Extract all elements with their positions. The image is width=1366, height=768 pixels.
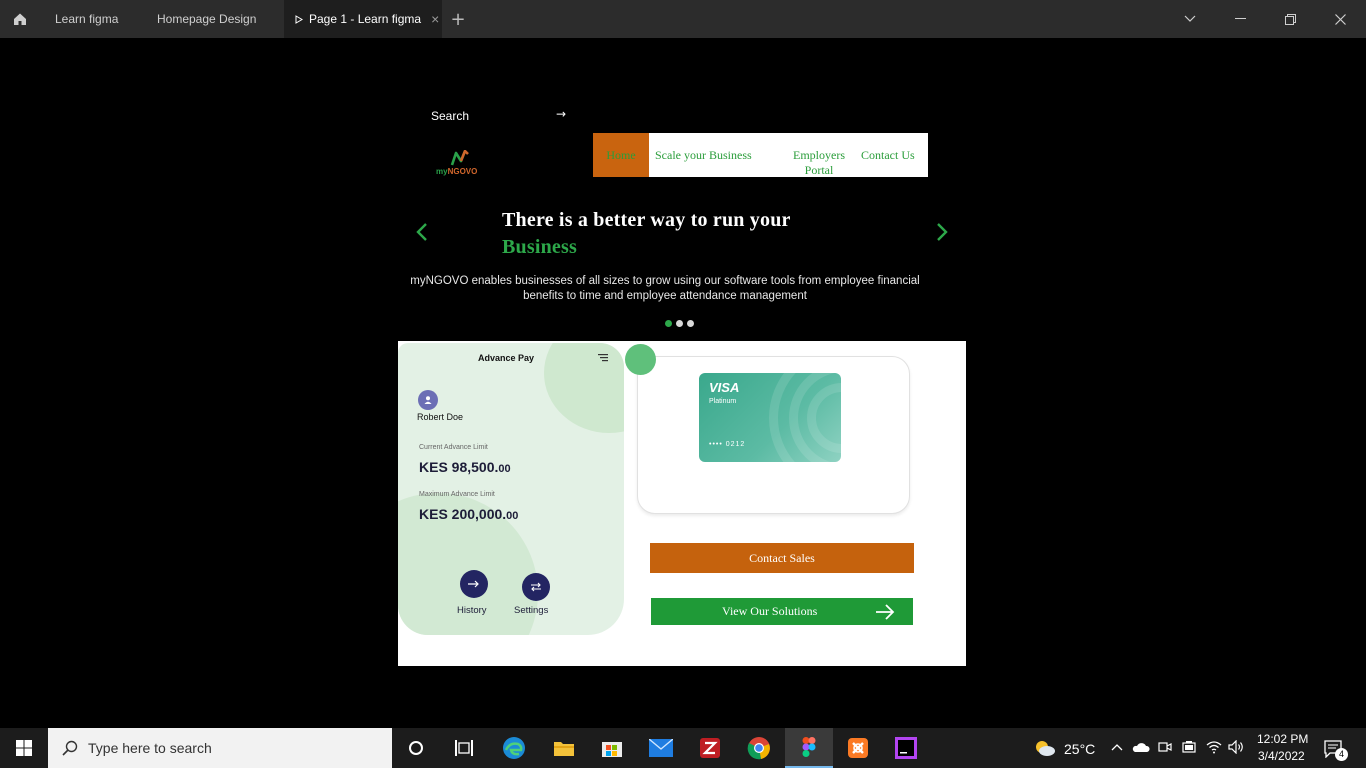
wifi-icon[interactable]: [1206, 740, 1222, 754]
hero-headline: There is a better way to run your Busine…: [502, 207, 791, 261]
tab-label: Learn figma: [55, 12, 119, 26]
hero-panel: Advance Pay Robert Doe Current Advance L…: [398, 341, 966, 666]
battery-icon[interactable]: [1181, 741, 1197, 753]
decorative-circle: [625, 344, 656, 375]
nav-item-employers-portal[interactable]: Employers Portal: [785, 133, 853, 177]
weather-icon[interactable]: [1034, 739, 1056, 757]
minimize-button[interactable]: [1220, 0, 1260, 38]
home-icon[interactable]: [0, 0, 40, 38]
hero-subtext: myNGOVO enables businesses of all sizes …: [410, 275, 920, 302]
tab-homepage-design[interactable]: Homepage Design: [157, 0, 256, 38]
menu-icon: [598, 354, 608, 362]
carousel-dot[interactable]: [676, 320, 683, 327]
tab-label: Page 1 - Learn figma: [309, 12, 422, 26]
mockup-title: Advance Pay: [478, 353, 535, 363]
taskbar-search-input[interactable]: Type here to search: [48, 728, 392, 768]
windows-taskbar: Type here to search 25°C 12:02 PM 3/4/20…: [0, 728, 1366, 768]
play-icon: [295, 14, 303, 24]
avatar: [418, 390, 438, 410]
headline-line: There is a better way to run your: [502, 209, 791, 231]
clock-time[interactable]: 12:02 PM: [1257, 732, 1308, 746]
carousel-dots: [665, 320, 694, 327]
carousel-dot[interactable]: [687, 320, 694, 327]
settings-button: [522, 573, 550, 601]
arrow-right-icon: [876, 604, 895, 620]
history-button: [460, 570, 488, 598]
store-icon[interactable]: [588, 728, 636, 768]
card-tier: Platinum: [709, 398, 737, 405]
search-arrow-icon[interactable]: →: [556, 107, 566, 121]
carousel-prev-icon[interactable]: [414, 222, 430, 242]
arrow-right-icon: [468, 580, 479, 588]
search-label[interactable]: Search: [431, 109, 469, 123]
swap-icon: [531, 582, 541, 592]
current-limit-amount: KES 98,500.00: [419, 459, 511, 475]
nav-item-home[interactable]: Home: [593, 133, 649, 177]
tab-page-1[interactable]: Page 1 - Learn figma ×: [284, 0, 442, 38]
card-number: •••• 0212: [709, 441, 746, 448]
max-limit-label: Maximum Advance Limit: [419, 491, 495, 498]
carousel-dot[interactable]: [665, 320, 672, 327]
restore-button[interactable]: [1270, 0, 1310, 38]
visa-logo: VISA: [709, 380, 740, 395]
figma-icon[interactable]: [785, 728, 833, 768]
new-tab-button[interactable]: +: [450, 0, 466, 38]
max-limit-amount: KES 200,000.00: [419, 506, 519, 522]
close-tab-icon[interactable]: ×: [431, 11, 439, 27]
headline-accent: Business: [502, 236, 577, 258]
advance-pay-mockup: Advance Pay Robert Doe Current Advance L…: [398, 343, 624, 635]
view-solutions-button[interactable]: View Our Solutions: [651, 598, 913, 625]
filezilla-icon[interactable]: [686, 728, 734, 768]
taskbar-search-placeholder: Type here to search: [88, 740, 212, 756]
phpstorm-icon[interactable]: [882, 728, 930, 768]
nav-item-contact-us[interactable]: Contact Us: [861, 133, 927, 177]
view-solutions-label: View Our Solutions: [722, 604, 818, 618]
windows-start-icon[interactable]: [0, 728, 48, 768]
decorative-blob: [544, 343, 624, 433]
settings-label: Settings: [514, 605, 549, 616]
user-icon: [424, 396, 432, 404]
chrome-icon[interactable]: [735, 728, 783, 768]
mail-icon[interactable]: [637, 728, 685, 768]
file-explorer-icon[interactable]: [540, 728, 588, 768]
notification-badge: 4: [1335, 748, 1348, 761]
history-label: History: [457, 605, 487, 616]
myngovo-logo[interactable]: myNGOVO: [436, 150, 486, 178]
search-icon: [62, 740, 78, 756]
app-titlebar: Learn figma Homepage Design Page 1 - Lea…: [0, 0, 1366, 38]
chevron-down-icon[interactable]: [1170, 0, 1210, 38]
carousel-next-icon[interactable]: [934, 222, 950, 242]
close-window-button[interactable]: [1320, 0, 1360, 38]
xampp-icon[interactable]: [834, 728, 882, 768]
main-nav: Home Scale your Business Employers Porta…: [593, 133, 928, 177]
volume-icon[interactable]: [1228, 740, 1244, 754]
tab-label: Homepage Design: [157, 12, 257, 26]
task-view-icon[interactable]: [440, 728, 488, 768]
visa-card: VISA Platinum •••• 0212: [699, 373, 841, 462]
current-limit-label: Current Advance Limit: [419, 444, 488, 451]
edge-icon[interactable]: [490, 728, 538, 768]
user-name: Robert Doe: [417, 412, 464, 422]
onedrive-icon[interactable]: [1132, 741, 1150, 753]
clock-date[interactable]: 3/4/2022: [1258, 749, 1305, 763]
tab-learn-figma[interactable]: Learn figma: [55, 0, 118, 38]
weather-temperature[interactable]: 25°C: [1064, 741, 1095, 757]
logo-mark-icon: [450, 150, 469, 166]
cortana-icon[interactable]: [392, 728, 440, 768]
logo-wordmark: myNGOVO: [436, 167, 478, 176]
meet-now-icon[interactable]: [1158, 740, 1172, 754]
contact-sales-button[interactable]: Contact Sales: [650, 543, 914, 573]
chevron-up-icon[interactable]: [1111, 743, 1123, 751]
nav-item-scale-business[interactable]: Scale your Business: [655, 133, 767, 177]
